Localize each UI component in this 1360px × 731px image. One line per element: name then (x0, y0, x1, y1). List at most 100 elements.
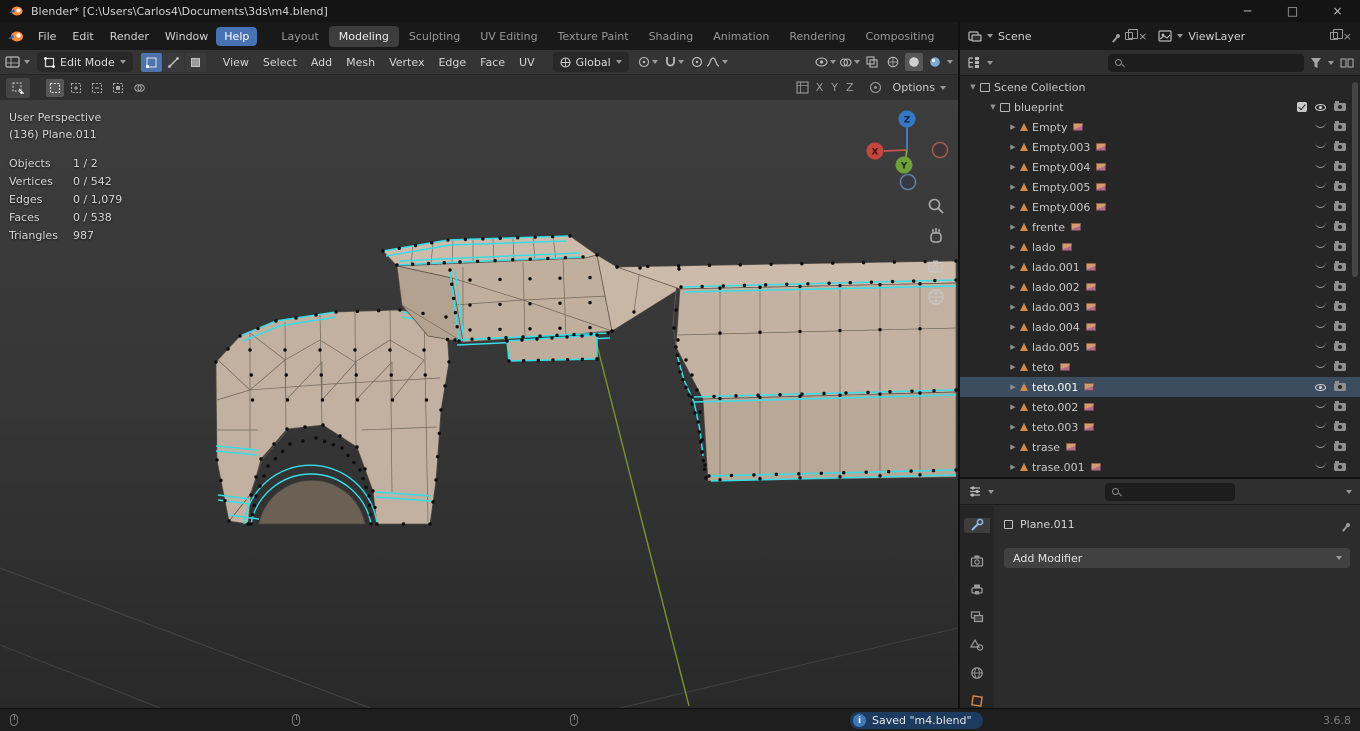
menu-file[interactable]: File (30, 27, 64, 46)
display-mode-icon[interactable] (1340, 57, 1354, 69)
outliner-item-teto.003[interactable]: ▶teto.003 (960, 417, 1360, 437)
disable-in-renders-icon[interactable] (1334, 463, 1346, 471)
outliner-scrollbar[interactable] (1352, 82, 1358, 277)
disclosure-triangle-icon[interactable]: ▶ (1006, 263, 1020, 271)
navigation-gizmo[interactable]: Z X Y (862, 106, 952, 196)
viewport-menu-edge[interactable]: Edge (431, 53, 473, 72)
properties-editor-icon[interactable] (968, 485, 982, 498)
disable-in-renders-icon[interactable] (1334, 383, 1346, 391)
disable-in-renders-icon[interactable] (1334, 343, 1346, 351)
outliner-item-lado.003[interactable]: ▶lado.003 (960, 297, 1360, 317)
shading-wireframe-button[interactable] (884, 53, 902, 71)
vertex-select-mode-button[interactable] (141, 53, 162, 72)
eye-closed-icon[interactable] (1315, 242, 1326, 248)
outliner-item-Empty.003[interactable]: ▶Empty.003 (960, 137, 1360, 157)
disable-in-renders-icon[interactable] (1334, 143, 1346, 151)
edge-select-mode-button[interactable] (163, 53, 184, 72)
disable-in-renders-icon[interactable] (1334, 103, 1346, 111)
outliner-item-Empty.005[interactable]: ▶Empty.005 (960, 177, 1360, 197)
orthographic-toggle-button[interactable] (926, 287, 948, 309)
eye-closed-icon[interactable] (1315, 282, 1326, 288)
disclosure-triangle-icon[interactable]: ▶ (1006, 183, 1020, 191)
eye-closed-icon[interactable] (1315, 322, 1326, 328)
eye-closed-icon[interactable] (1315, 262, 1326, 268)
collection-checkbox[interactable] (1297, 102, 1307, 112)
disable-in-renders-icon[interactable] (1334, 363, 1346, 371)
eye-closed-icon[interactable] (1315, 142, 1326, 148)
xray-toggle-button[interactable] (863, 53, 881, 71)
disclosure-triangle-icon[interactable]: ▶ (1006, 223, 1020, 231)
zoom-tool-button[interactable] (926, 196, 948, 218)
disclosure-triangle-icon[interactable]: ▶ (1006, 243, 1020, 251)
axis-lock-y[interactable]: Y (827, 81, 842, 94)
snap-target-icon[interactable] (869, 81, 882, 94)
viewport-menu-select[interactable]: Select (256, 53, 304, 72)
disclosure-triangle-icon[interactable]: ▼ (966, 83, 980, 91)
eye-closed-icon[interactable] (1315, 342, 1326, 348)
properties-search-input[interactable] (1105, 483, 1235, 501)
filter-funnel-icon[interactable] (1310, 57, 1322, 69)
new-scene-icon[interactable] (1125, 32, 1133, 40)
overlays-button[interactable] (839, 57, 860, 68)
select-mode-new-button[interactable] (46, 79, 64, 97)
eye-closed-icon[interactable] (1315, 182, 1326, 188)
disable-in-renders-icon[interactable] (1334, 263, 1346, 271)
outliner-search-input[interactable] (1108, 54, 1304, 72)
outliner-item-Empty.004[interactable]: ▶Empty.004 (960, 157, 1360, 177)
eye-closed-icon[interactable] (1315, 462, 1326, 468)
shading-solid-button[interactable] (905, 53, 923, 71)
disable-in-renders-icon[interactable] (1334, 163, 1346, 171)
app-menu-blender-icon[interactable] (6, 30, 26, 43)
scene-selector-chevron[interactable] (987, 34, 993, 38)
new-view-layer-icon[interactable] (1330, 32, 1338, 40)
camera-view-button[interactable] (926, 256, 948, 278)
shading-chevron[interactable] (947, 60, 953, 64)
viewport-menu-add[interactable]: Add (304, 53, 339, 72)
disclosure-triangle-icon[interactable]: ▶ (1006, 443, 1020, 451)
axis-lock-z[interactable]: Z (842, 81, 858, 94)
pivot-point-button[interactable] (638, 56, 658, 68)
disable-in-renders-icon[interactable] (1334, 323, 1346, 331)
eye-closed-icon[interactable] (1315, 362, 1326, 368)
view-layer-icon[interactable] (1158, 30, 1172, 42)
disclosure-triangle-icon[interactable]: ▶ (1006, 363, 1020, 371)
outliner-item-Empty.006[interactable]: ▶Empty.006 (960, 197, 1360, 217)
viewport-menu-view[interactable]: View (216, 53, 256, 72)
shading-material-button[interactable] (926, 53, 944, 71)
outliner-item-frente[interactable]: ▶frente (960, 217, 1360, 237)
disable-in-renders-icon[interactable] (1334, 183, 1346, 191)
disable-in-renders-icon[interactable] (1334, 303, 1346, 311)
show-gizmo-button[interactable] (815, 57, 836, 67)
disclosure-triangle-icon[interactable]: ▶ (1006, 163, 1020, 171)
outliner-editor-icon[interactable] (966, 56, 981, 69)
viewport-menu-vertex[interactable]: Vertex (382, 53, 431, 72)
select-mode-intersect-button[interactable] (130, 79, 148, 97)
close-button[interactable]: × (1315, 0, 1360, 22)
outliner-item-teto.001[interactable]: ▶teto.001 (960, 377, 1360, 397)
disclosure-triangle-icon[interactable]: ▼ (986, 103, 1000, 111)
active-tool-button[interactable] (6, 78, 30, 98)
viewport-menu-uv[interactable]: UV (512, 53, 542, 72)
disable-in-renders-icon[interactable] (1334, 243, 1346, 251)
disclosure-triangle-icon[interactable]: ▶ (1006, 143, 1020, 151)
select-mode-subtract-button[interactable] (88, 79, 106, 97)
disclosure-triangle-icon[interactable]: ▶ (1006, 283, 1020, 291)
select-mode-invert-button[interactable] (109, 79, 127, 97)
pan-hand-button[interactable] (926, 226, 948, 248)
disclosure-triangle-icon[interactable]: ▶ (1006, 123, 1020, 131)
viewport-menu-mesh[interactable]: Mesh (339, 53, 382, 72)
tab-world-properties[interactable] (964, 665, 990, 680)
view-layer-name[interactable]: ViewLayer (1188, 30, 1245, 43)
transform-space-icon[interactable] (796, 81, 809, 94)
editor-type-chevron[interactable] (24, 60, 30, 64)
workspace-tab-uv-editing[interactable]: UV Editing (470, 26, 547, 47)
workspace-tab-rendering[interactable]: Rendering (779, 26, 855, 47)
gizmo-x-neg-axis[interactable] (933, 143, 948, 158)
unlink-scene-icon[interactable]: × (1138, 30, 1147, 43)
disable-in-renders-icon[interactable] (1334, 123, 1346, 131)
tab-scene-properties[interactable] (964, 637, 990, 652)
tab-object-properties[interactable] (964, 693, 990, 708)
editor-type-icon[interactable] (5, 55, 21, 69)
outliner-item-lado.001[interactable]: ▶lado.001 (960, 257, 1360, 277)
select-mode-extend-button[interactable] (67, 79, 85, 97)
